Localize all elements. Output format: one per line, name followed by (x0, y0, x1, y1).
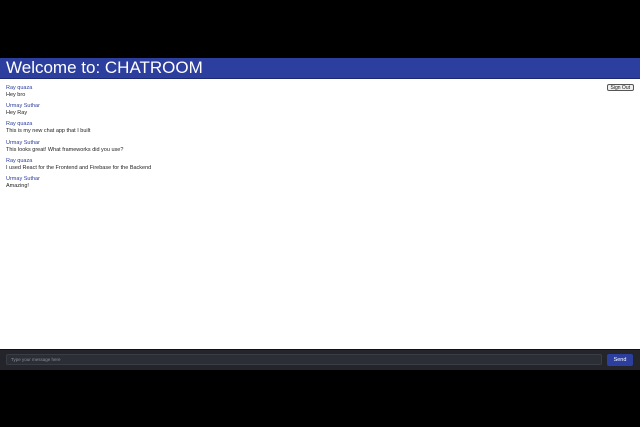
message-input[interactable] (6, 354, 602, 365)
page-title: Welcome to: CHATROOM (6, 58, 203, 77)
message-composer: Send (0, 349, 640, 370)
message-author: Ray quaza (6, 85, 33, 91)
letterbox-frame: Welcome to: CHATROOM Sign Out Ray quaza … (0, 0, 640, 427)
message-item: Ray quaza Hey bro (6, 85, 586, 103)
message-text: Amazing! (6, 182, 29, 189)
message-item: Urmay Suthar Hey Ray (6, 103, 586, 121)
message-text: This is my new chat app that I built (6, 128, 91, 135)
message-item: Ray quaza I used React for the Frontend … (6, 158, 586, 176)
message-text: Hey bro (6, 92, 26, 98)
message-author: Ray quaza (6, 121, 33, 128)
message-item: Ray quaza This is my new chat app that I… (6, 121, 586, 139)
chat-app: Welcome to: CHATROOM Sign Out Ray quaza … (0, 58, 640, 369)
message-author: Urmay Suthar (6, 139, 40, 146)
app-header: Welcome to: CHATROOM (0, 58, 640, 79)
message-author: Urmay Suthar (6, 103, 40, 110)
message-list: Ray quaza Hey bro Urmay Suthar Hey Ray R… (6, 85, 586, 194)
message-item: Urmay Suthar This looks great! What fram… (6, 140, 586, 158)
message-author: Ray quaza (6, 157, 33, 164)
sign-out-button[interactable]: Sign Out (606, 84, 634, 91)
message-author: Urmay Suthar (6, 175, 40, 182)
message-text: Hey Ray (6, 110, 28, 117)
message-text: This looks great! What frameworks did yo… (6, 146, 124, 153)
send-button[interactable]: Send (607, 354, 633, 366)
message-item: Urmay Suthar Amazing! (6, 176, 586, 194)
message-text: I used React for the Frontend and Fireba… (6, 164, 152, 171)
